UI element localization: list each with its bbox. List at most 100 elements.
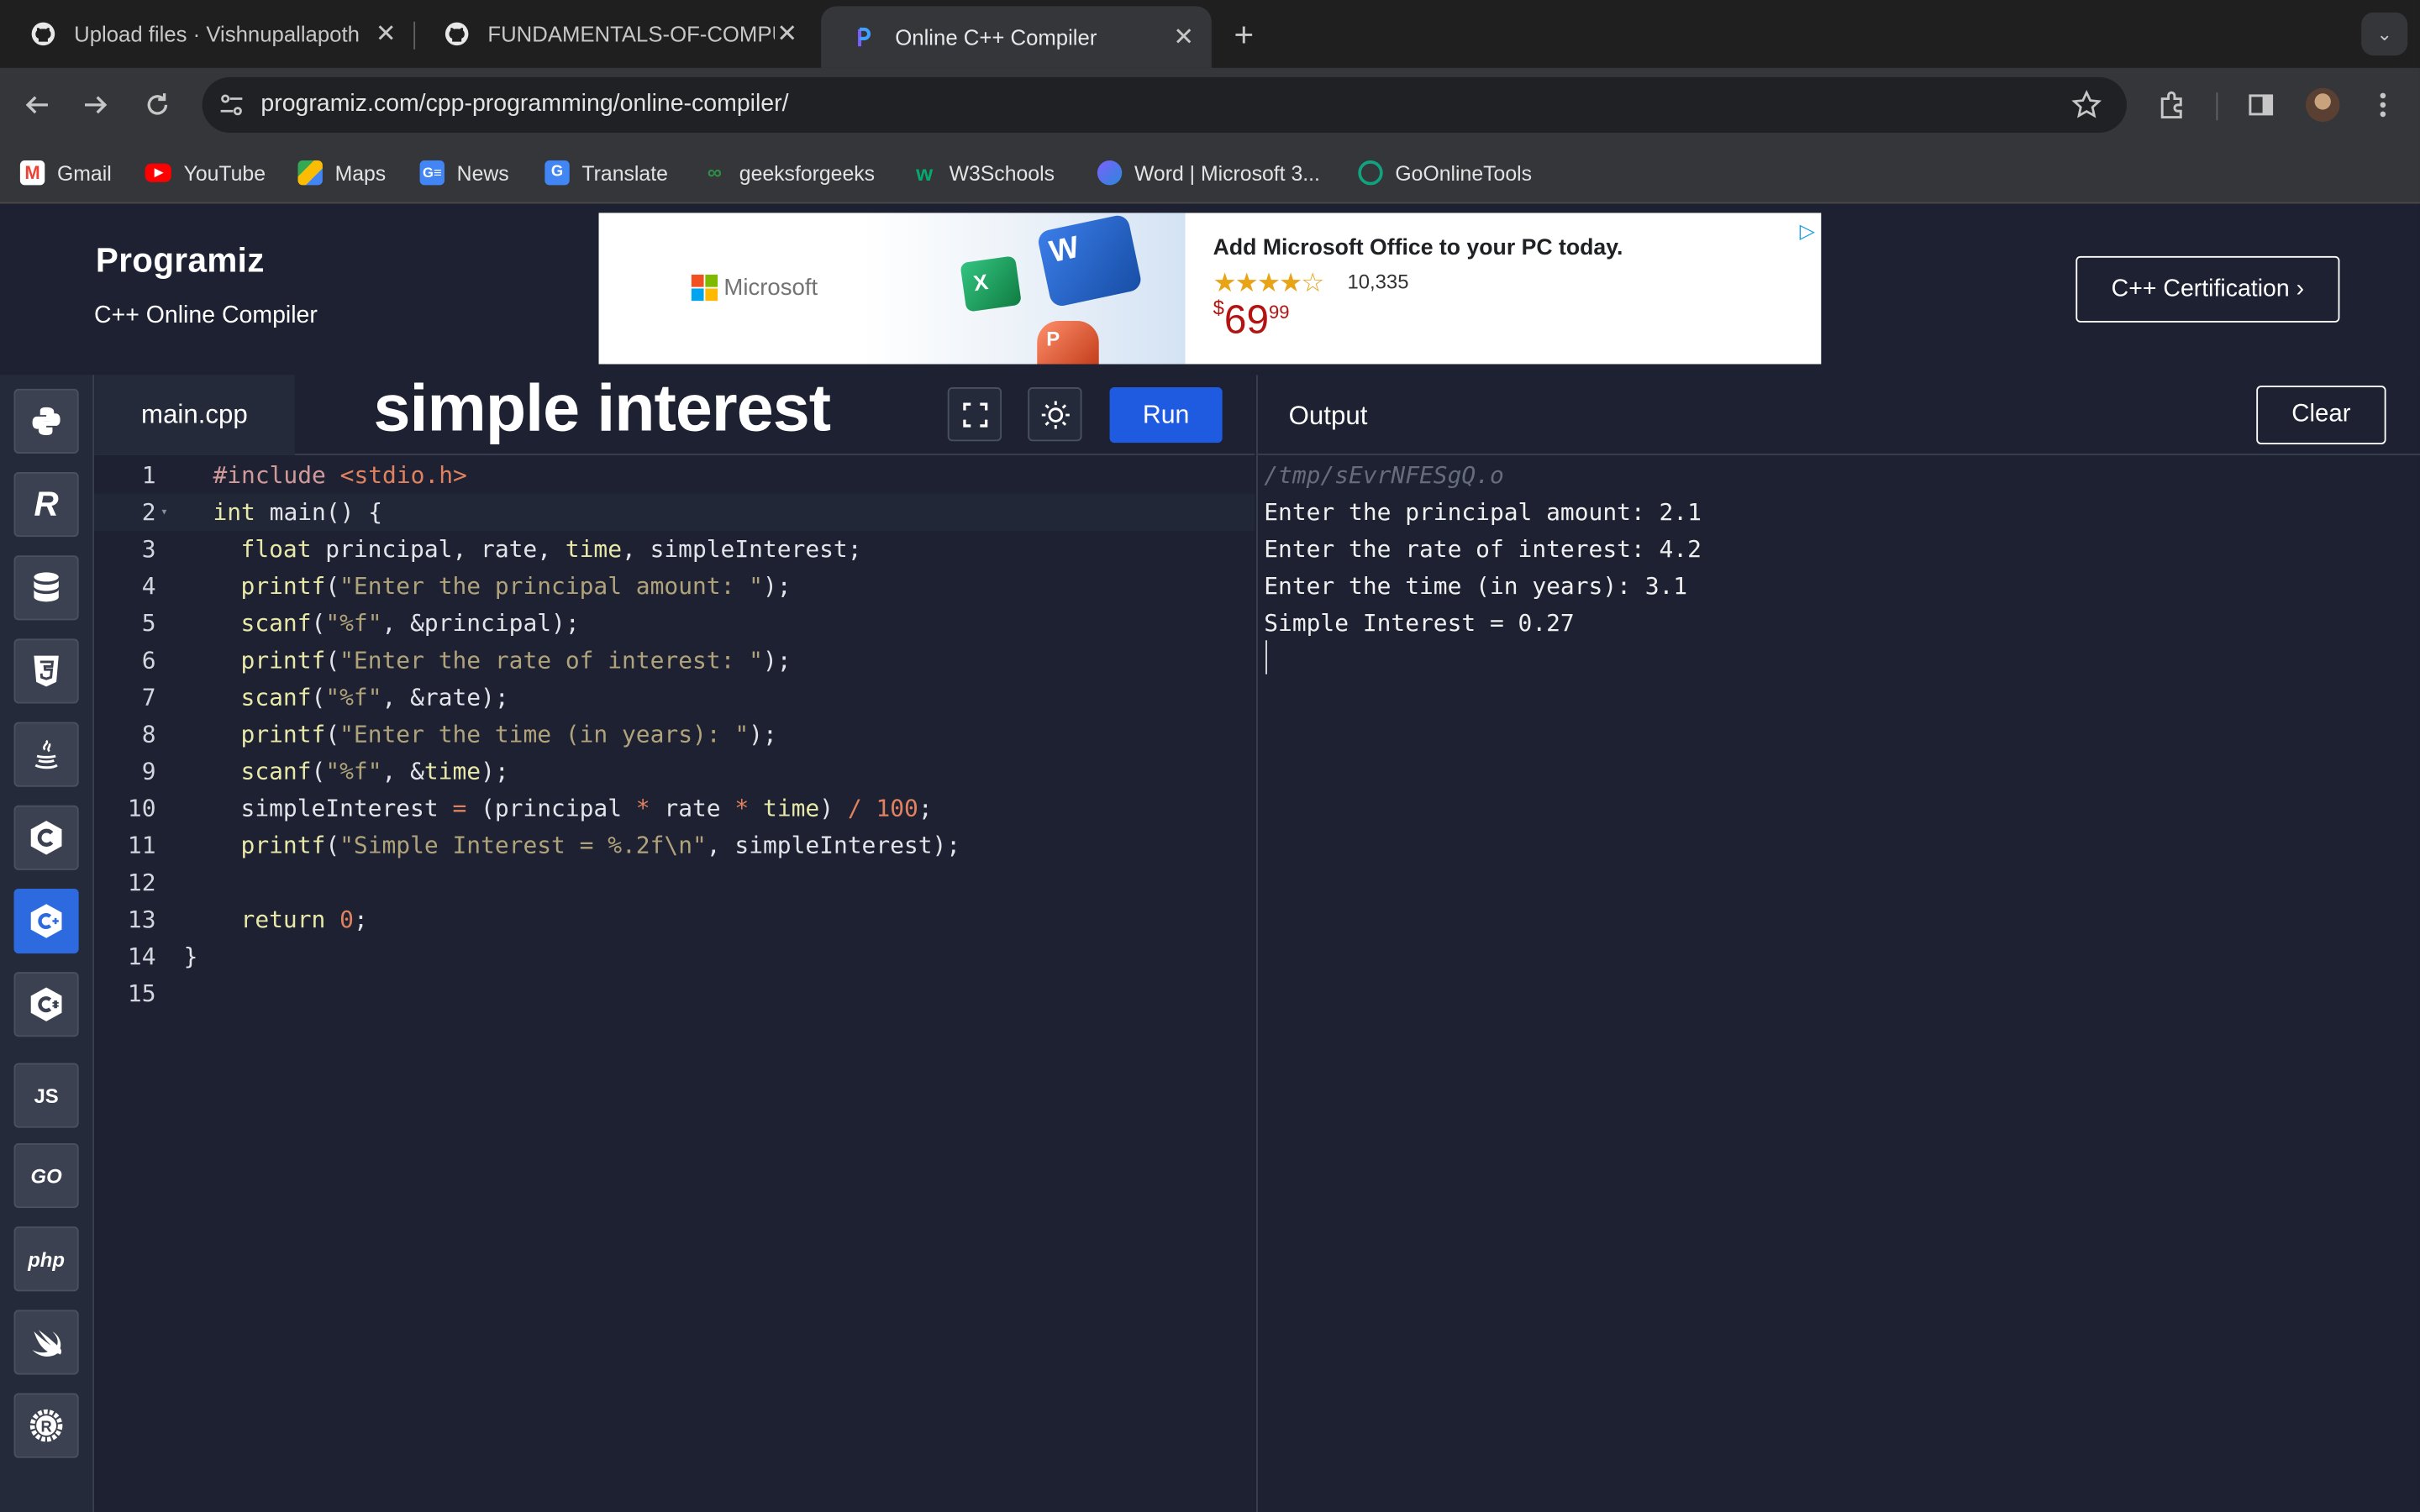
code-line[interactable]: 9 scanf("%f", &time); [94,753,1255,790]
bookmark-youtube[interactable]: YouTube [145,157,266,188]
site-settings-icon[interactable] [218,91,245,118]
code-text: simpleInterest = (principal * rate * tim… [240,794,933,822]
rating-count: 10,335 [1347,270,1409,293]
excel-icon: X [960,255,1022,312]
code-line[interactable]: 2 ▾ int main() { [94,493,1255,531]
code-text: scanf("%f", &rate); [240,683,509,711]
rating-stars: ★★★★☆ [1213,268,1325,298]
bookmark-news[interactable]: G≡ News [419,157,509,188]
output-line: Simple Interest = 0.27 [1264,609,1575,638]
bookmark-goonlinetools[interactable]: GoOnlineTools [1358,157,1532,188]
forward-icon[interactable] [71,81,120,130]
code-text: printf("Enter the time (in years): "); [240,720,777,748]
php-icon[interactable]: php [13,1226,79,1292]
bookmark-geeksforgeeks[interactable]: ∞ geeksforgeeks [702,157,875,188]
code-line[interactable]: 1 #include <stdio.h> [94,457,1255,494]
new-tab-button[interactable]: + [1227,15,1260,54]
code-text: return 0; [240,906,368,934]
python-icon[interactable] [13,388,79,454]
menu-icon[interactable] [2358,81,2407,130]
reload-icon[interactable] [133,81,182,130]
avatar[interactable] [2306,87,2340,123]
w3schools-icon: w [916,160,934,186]
bookmark-gmail[interactable]: M Gmail [19,157,112,188]
file-tab-main-cpp[interactable]: main.cpp [94,375,295,455]
code-line[interactable]: 15 [94,975,1255,1012]
output-line: Enter the principal amount: 2.1 [1264,498,1702,527]
close-icon[interactable]: ✕ [373,18,397,50]
bookmark-w3schools[interactable]: w W3Schools [912,157,1055,188]
ad-price: $6999 [1213,296,1290,343]
rust-icon[interactable]: R [13,1393,79,1458]
code-line[interactable]: 3 float principal, rate, time, simpleInte… [94,531,1255,568]
run-button[interactable]: Run [1109,387,1223,444]
tab-upload-files[interactable]: Upload files · Vishnupallapoth ✕ [0,9,413,59]
line-number: 13 [127,906,156,934]
close-icon[interactable]: ✕ [1171,22,1196,53]
clear-button[interactable]: Clear [2256,386,2386,444]
tab-fundamentals[interactable]: FUNDAMENTALS-OF-COMPU ✕ [413,9,815,59]
code-line[interactable]: 13 return 0; [94,901,1255,938]
line-number: 4 [141,572,156,601]
code-line[interactable]: 12 [94,864,1255,901]
javascript-icon[interactable]: JS [13,1063,79,1128]
code-line[interactable]: 14} [94,938,1255,975]
powerpoint-icon: P [1037,321,1099,365]
bookmark-translate[interactable]: G Translate [544,157,668,188]
word-icon: W [1036,213,1144,308]
bookmarks-bar: M Gmail YouTube Maps G≡ News G Translate ∞ g… [0,141,2420,204]
gmail-icon: M [19,160,45,186]
code-line[interactable]: 8 printf("Enter the time (in years): "); [94,716,1255,753]
url-text: programiz.com/cpp-programming/online-com… [260,91,789,118]
code-line[interactable]: 11 printf("Simple Interest = %.2f\n", sim… [94,827,1255,864]
line-number: 7 [141,683,156,711]
bookmark-word[interactable]: Word | Microsoft 3... [1097,157,1320,188]
html5-icon[interactable] [13,638,79,704]
address-bar[interactable]: programiz.com/cpp-programming/online-com… [202,76,2127,133]
output-line: Enter the time (in years): 3.1 [1264,572,1688,601]
bookmark-maps[interactable]: Maps [297,157,386,188]
adchoices-icon[interactable]: ▷ [1800,219,1815,244]
tab-title: Upload files · Vishnupallapoth [74,21,360,47]
github-icon [445,22,469,46]
close-icon[interactable]: ✕ [775,18,799,50]
back-icon[interactable] [13,81,62,130]
c-icon[interactable] [13,805,79,870]
side-panel-icon[interactable] [2236,81,2286,130]
tab-online-compiler[interactable]: Online C++ Compiler ✕ [821,6,1212,68]
tab-search-icon[interactable]: ⌄ [2361,12,2408,56]
microsoft-logo: Microsoft [691,274,818,302]
programiz-logo[interactable]: Programiz [96,241,265,281]
code-area[interactable]: 1 #include <stdio.h> 2 ▾ int main() {3 float … [94,457,1255,1512]
bookmark-star-icon[interactable] [2071,89,2102,121]
code-line[interactable]: 5 scanf("%f", &principal); [94,605,1255,642]
maps-icon [297,160,323,186]
goonlinetools-icon [1358,160,1383,186]
microsoft365-icon [1097,160,1123,186]
csharp-icon[interactable] [13,972,79,1037]
fold-arrow-icon[interactable]: ▾ [160,494,168,531]
fullscreen-icon[interactable] [947,387,1002,442]
code-line[interactable]: 4 printf("Enter the principal amount: "); [94,568,1255,605]
theme-toggle-sun-icon[interactable] [1028,387,1082,442]
sql-database-icon[interactable] [13,555,79,621]
browser-toolbar: programiz.com/cpp-programming/online-com… [0,67,2420,142]
advertisement[interactable]: Microsoft W X P Add Microsoft Office to … [598,213,1822,365]
code-line[interactable]: 6 printf("Enter the rate of interest: "); [94,642,1255,679]
swift-icon[interactable] [13,1310,79,1375]
overlay-title: simple interest [373,371,831,446]
translate-icon: G [544,160,570,186]
terminal-cursor[interactable] [1265,640,1267,675]
go-icon[interactable]: GO [13,1142,79,1209]
youtube-icon [145,163,171,182]
java-icon[interactable] [13,722,79,787]
line-number: 5 [141,609,156,638]
cpp-icon[interactable] [13,888,79,954]
output-label: Output [1288,401,1368,431]
r-icon[interactable]: R [13,472,79,538]
code-line[interactable]: 10 simpleInterest = (principal * rate * t… [94,790,1255,827]
code-line[interactable]: 7 scanf("%f", &rate); [94,679,1255,716]
cpp-certification-button[interactable]: C++ Certification › [2075,255,2340,323]
extensions-icon[interactable] [2147,81,2196,130]
page-subtitle: C++ Online Compiler [94,302,318,329]
